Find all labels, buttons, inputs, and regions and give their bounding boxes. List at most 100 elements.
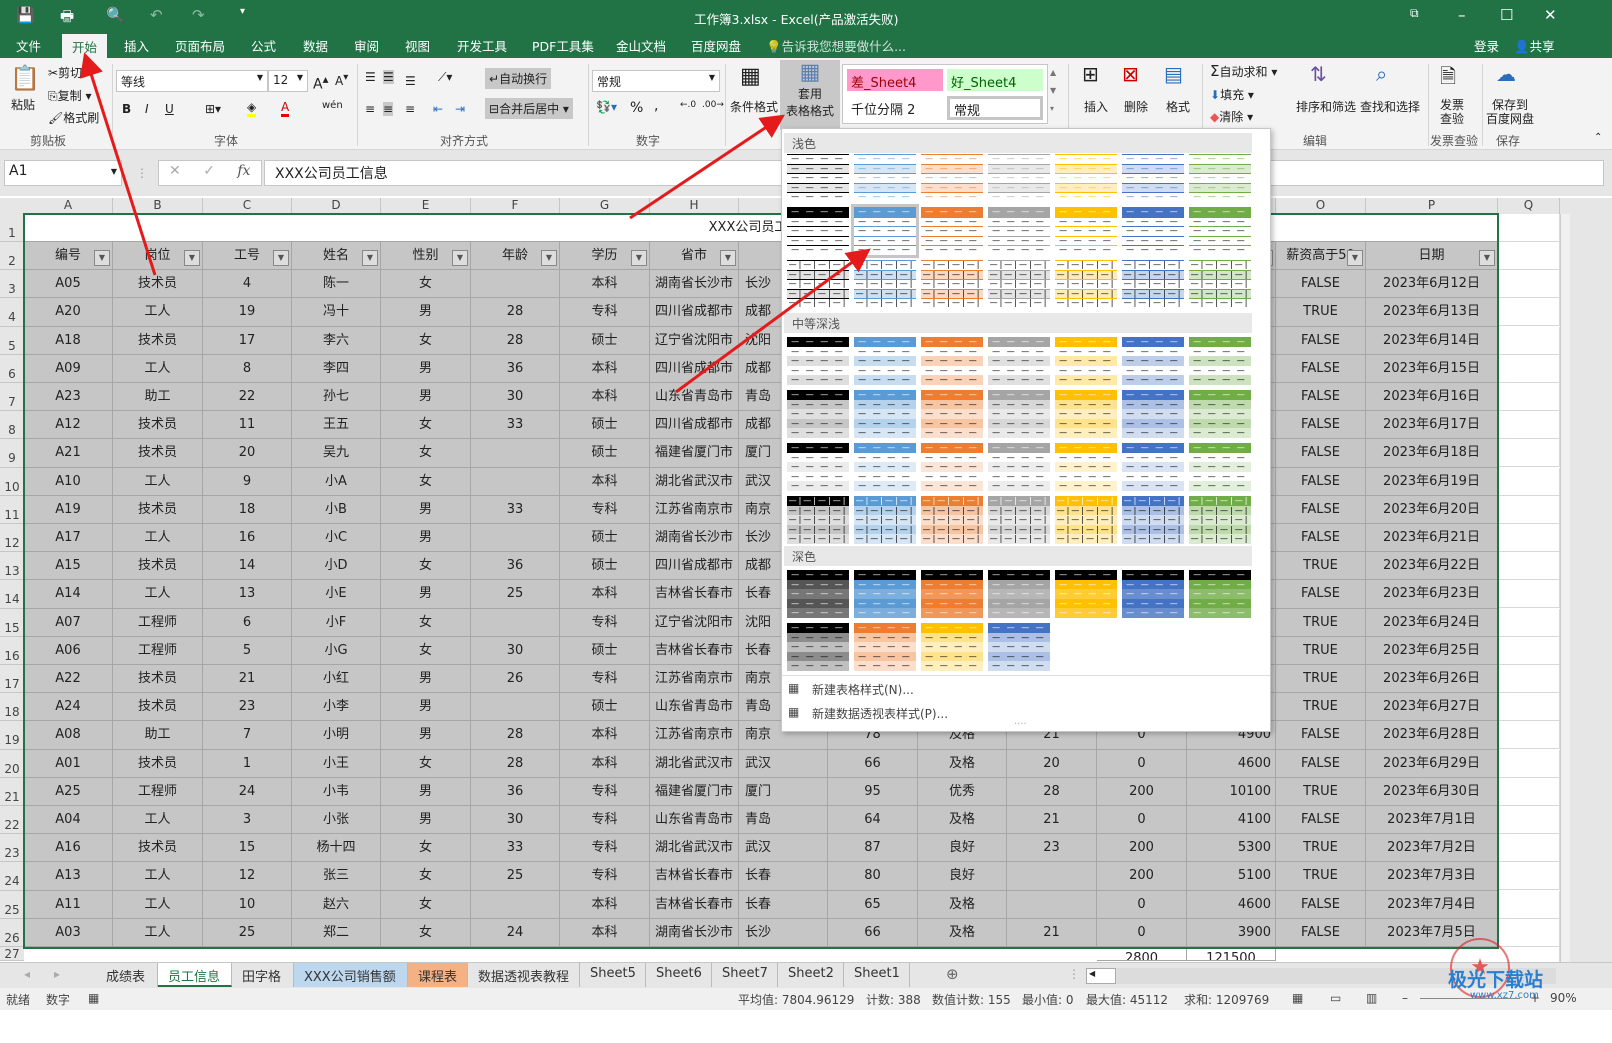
- page-layout-view-icon[interactable]: ▭: [1330, 991, 1341, 1005]
- collapse-ribbon-icon[interactable]: ⌃: [1594, 132, 1602, 143]
- table-style-med1-6[interactable]: — — — — —— — — — —— — — — —— — — — —— — …: [1189, 337, 1251, 385]
- next-sheet-icon[interactable]: ▸: [54, 967, 60, 981]
- paste-button[interactable]: 粘贴: [11, 96, 35, 113]
- style-bad[interactable]: 差_Sheet4: [847, 69, 943, 91]
- table-style-light3-5[interactable]: —|—|—|—|——|—|—|—|——|—|—|—|——|—|—|—|——|—|…: [1122, 260, 1184, 308]
- table-style-med2-0[interactable]: — — — — —— — — — —— — — — —— — — — —— — …: [787, 390, 849, 438]
- tab-pdf-tools[interactable]: PDF工具集: [532, 36, 594, 55]
- column-header[interactable]: A: [24, 198, 113, 214]
- save-icon[interactable]: 💾: [16, 6, 35, 24]
- name-box[interactable]: A1 ▼: [4, 160, 122, 186]
- sheet-tab[interactable]: 员工信息: [158, 963, 232, 987]
- table-style-med2-3[interactable]: — — — — —— — — — —— — — — —— — — — —— — …: [988, 390, 1050, 438]
- row-header[interactable]: 15: [0, 608, 24, 637]
- table-style-med1-4[interactable]: — — — — —— — — — —— — — — —— — — — —— — …: [1055, 337, 1117, 385]
- font-color-icon[interactable]: A: [281, 100, 290, 117]
- row-header[interactable]: 14: [0, 580, 24, 609]
- empty-cell[interactable]: [1498, 834, 1560, 863]
- column-header[interactable]: O: [1276, 198, 1366, 214]
- table-style-light2-4[interactable]: — — — — —— — — — —— — — — —— — — — —— — …: [1055, 207, 1117, 255]
- table-style-med2-6[interactable]: — — — — —— — — — —— — — — —— — — — —— — …: [1189, 390, 1251, 438]
- increase-font-icon[interactable]: A▴: [313, 72, 328, 93]
- table-style-light1-2[interactable]: — — — — —— — — — —— — — — —— — — — —— — …: [921, 154, 983, 202]
- row-header[interactable]: 3: [0, 270, 24, 299]
- fill-button[interactable]: ⬇填充 ▾: [1210, 86, 1254, 103]
- row-header[interactable]: 24: [0, 862, 24, 891]
- font-name-select[interactable]: 等线 ▼: [116, 70, 268, 92]
- column-header[interactable]: B: [113, 198, 203, 214]
- sort-filter-icon[interactable]: ⇅: [1310, 62, 1327, 86]
- number-format-select[interactable]: 常规 ▼: [592, 70, 720, 92]
- table-style-med3-0[interactable]: — — — — —— — — — —— — — — —— — — — —— — …: [787, 443, 849, 491]
- table-style-light1-3[interactable]: — — — — —— — — — —— — — — —— — — — —— — …: [988, 154, 1050, 202]
- row-header[interactable]: 21: [0, 777, 24, 806]
- table-style-dark1-0[interactable]: — — — — —— — — — —— — — — —— — — — —— — …: [787, 570, 849, 618]
- minimize-icon[interactable]: –: [1458, 6, 1466, 24]
- table-style-med1-5[interactable]: — — — — —— — — — —— — — — —— — — — —— — …: [1122, 337, 1184, 385]
- vertical-scrollbar[interactable]: [1560, 198, 1612, 962]
- undo-icon[interactable]: ↶: [150, 6, 163, 24]
- table-style-med3-4[interactable]: — — — — —— — — — —— — — — —— — — — —— — …: [1055, 443, 1117, 491]
- scroll-left-icon[interactable]: ◀: [1086, 968, 1116, 984]
- table-style-light2-6[interactable]: — — — — —— — — — —— — — — —— — — — —— — …: [1189, 207, 1251, 255]
- sheet-tab[interactable]: 课程表: [408, 963, 468, 987]
- conditional-format-button[interactable]: 条件格式: [730, 98, 778, 115]
- tab-home[interactable]: 开始: [62, 34, 108, 58]
- row-header[interactable]: 17: [0, 665, 24, 694]
- table-style-light2-3[interactable]: — — — — —— — — — —— — — — —— — — — —— — …: [988, 207, 1050, 255]
- align-middle-icon[interactable]: ☰: [383, 70, 394, 84]
- empty-cell[interactable]: [1498, 636, 1560, 665]
- empty-cell[interactable]: [1498, 665, 1560, 693]
- table-style-dark1-2[interactable]: — — — — —— — — — —— — — — —— — — — —— — …: [921, 570, 983, 618]
- empty-cell[interactable]: [1498, 270, 1560, 299]
- tab-baidu-netdisk[interactable]: 百度网盘: [691, 36, 741, 55]
- wrap-text-button[interactable]: ↵自动换行: [485, 68, 552, 89]
- column-header[interactable]: P: [1366, 198, 1498, 214]
- row-header[interactable]: 25: [0, 890, 24, 919]
- row-header[interactable]: 2: [0, 242, 24, 271]
- enter-icon[interactable]: ✓: [203, 163, 215, 179]
- row-header[interactable]: 18: [0, 693, 24, 722]
- tab-splitter[interactable]: ⋮: [1068, 967, 1080, 981]
- clear-button[interactable]: ◆清除 ▾: [1210, 108, 1253, 125]
- row-header[interactable]: 20: [0, 749, 24, 778]
- sheet-tab[interactable]: XXX公司销售额: [294, 963, 408, 987]
- tab-file[interactable]: 文件: [16, 36, 41, 55]
- empty-cell[interactable]: [1498, 552, 1560, 581]
- add-sheet-icon[interactable]: ⊕: [946, 965, 959, 983]
- align-bottom-icon[interactable]: ☰: [405, 74, 416, 88]
- paste-icon[interactable]: 📋: [10, 64, 40, 92]
- redo-icon[interactable]: ↷: [192, 6, 205, 24]
- merge-center-button[interactable]: ⊟合并后居中 ▾: [485, 98, 573, 119]
- row-header[interactable]: 12: [0, 524, 24, 553]
- row-header[interactable]: 11: [0, 495, 24, 524]
- table-style-light1-6[interactable]: — — — — —— — — — —— — — — —— — — — —— — …: [1189, 154, 1251, 202]
- empty-cell[interactable]: [1498, 918, 1560, 947]
- empty-cell[interactable]: [1498, 580, 1560, 609]
- row-header[interactable]: 6: [0, 354, 24, 383]
- table-style-dark2-1[interactable]: — — — — —— — — — —— — — — —— — — — —— — …: [854, 623, 916, 671]
- table-style-light3-0[interactable]: —|—|—|—|——|—|—|—|——|—|—|—|——|—|—|—|——|—|…: [787, 260, 849, 308]
- decrease-font-icon[interactable]: A▾: [335, 72, 348, 88]
- invoice-icon[interactable]: 🗎: [1440, 62, 1456, 96]
- column-header[interactable]: F: [471, 198, 560, 214]
- column-header[interactable]: E: [381, 198, 471, 214]
- table-style-med3-3[interactable]: — — — — —— — — — —— — — — —— — — — —— — …: [988, 443, 1050, 491]
- table-style-med1-1[interactable]: — — — — —— — — — —— — — — —— — — — —— — …: [854, 337, 916, 385]
- sheet-tab[interactable]: Sheet6: [646, 963, 712, 987]
- increase-decimal-icon[interactable]: ←.0: [680, 100, 696, 110]
- table-style-dark2-0[interactable]: — — — — —— — — — —— — — — —— — — — —— — …: [787, 623, 849, 671]
- format-as-table-button[interactable]: ▦ 套用 表格格式: [780, 60, 840, 130]
- table-style-med2-5[interactable]: — — — — —— — — — —— — — — —— — — — —— — …: [1122, 390, 1184, 438]
- format-painter-button[interactable]: 🖌格式刷: [48, 109, 99, 126]
- row-header[interactable]: 7: [0, 383, 24, 412]
- row-header[interactable]: 19: [0, 721, 24, 750]
- table-style-light3-2[interactable]: —|—|—|—|——|—|—|—|——|—|—|—|——|—|—|—|——|—|…: [921, 260, 983, 308]
- table-style-dark1-6[interactable]: — — — — —— — — — —— — — — —— — — — —— — …: [1189, 570, 1251, 618]
- format-cells-icon[interactable]: ▤: [1164, 62, 1183, 86]
- sheet-tab[interactable]: 田字格: [232, 963, 294, 987]
- table-style-dark2-3[interactable]: — — — — —— — — — —— — — — —— — — — —— — …: [988, 623, 1050, 671]
- conditional-format-icon[interactable]: ▦: [740, 64, 761, 89]
- sheet-tab[interactable]: 成绩表: [96, 963, 158, 987]
- insert-function-icon[interactable]: fx: [237, 163, 250, 179]
